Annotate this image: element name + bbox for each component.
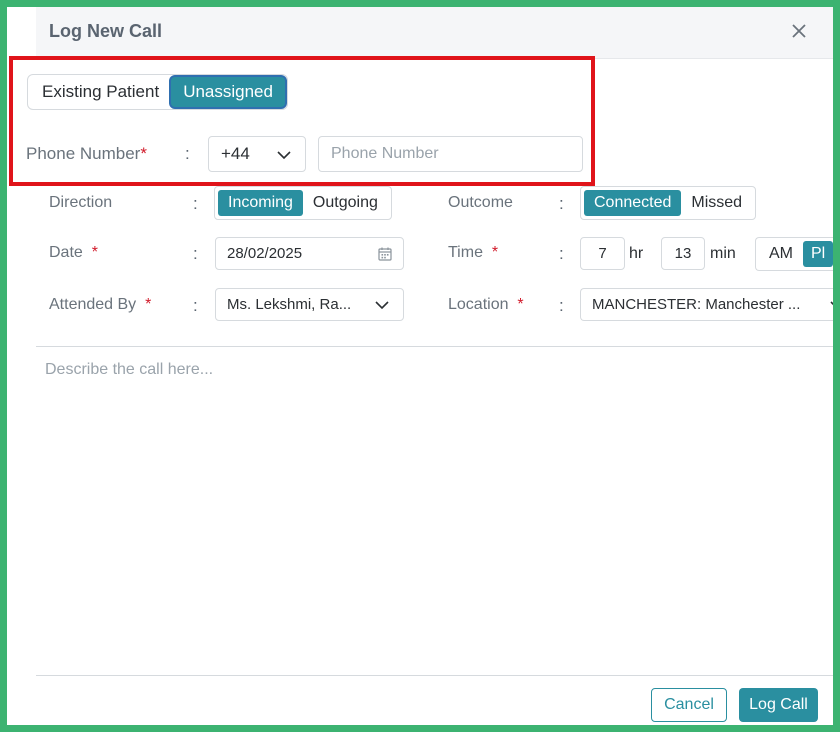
missed-button[interactable]: Missed (681, 190, 752, 216)
log-call-modal: Log New Call Existing Patient Unassigned… (7, 7, 833, 725)
phone-colon: : (185, 144, 190, 163)
hour-input[interactable]: 7 (580, 237, 625, 270)
phone-number-input[interactable] (318, 136, 583, 172)
date-input[interactable]: 28/02/2025 (215, 237, 404, 270)
direction-label: Direction (49, 194, 113, 211)
calendar-icon[interactable] (377, 246, 393, 262)
cancel-button[interactable]: Cancel (651, 688, 727, 722)
phone-number-label: Phone Number* (26, 144, 147, 163)
direction-colon: : (193, 194, 198, 213)
description-placeholder: Describe the call here... (45, 361, 214, 378)
date-value: 28/02/2025 (227, 245, 303, 262)
attended-by-select[interactable]: Ms. Lekshmi, Ra... (215, 288, 404, 321)
chevron-down-icon (277, 151, 291, 160)
location-select[interactable]: MANCHESTER: Manchester ... (580, 288, 833, 321)
unassigned-button[interactable]: Unassigned (171, 77, 285, 107)
close-icon[interactable] (787, 19, 811, 43)
outcome-label: Outcome (448, 194, 513, 211)
attended-by-value: Ms. Lekshmi, Ra... (227, 296, 352, 313)
outcome-toggle: Connected Missed (580, 186, 757, 220)
modal-title: Log New Call (49, 21, 163, 41)
connected-button[interactable]: Connected (584, 190, 682, 216)
date-label: Date * (49, 244, 98, 261)
location-label: Location * (448, 296, 524, 313)
time-label: Time * (448, 244, 499, 261)
attended-by-label: Attended By * (49, 296, 152, 313)
patient-type-toggle: Existing Patient Unassigned (27, 74, 288, 110)
highlight-box: Existing Patient Unassigned Phone Number… (9, 56, 595, 186)
hour-unit: hr (629, 245, 644, 262)
log-call-button[interactable]: Log Call (739, 688, 818, 722)
location-colon: : (559, 296, 564, 315)
incoming-button[interactable]: Incoming (218, 190, 303, 216)
chevron-down-icon (375, 301, 389, 310)
minute-input[interactable]: 13 (661, 237, 705, 270)
existing-patient-button[interactable]: Existing Patient (30, 77, 171, 107)
call-description-textarea[interactable]: Describe the call here... (36, 346, 833, 676)
outgoing-button[interactable]: Outgoing (303, 190, 388, 216)
location-value: MANCHESTER: Manchester ... (592, 296, 801, 313)
country-code-value: +44 (221, 144, 250, 163)
pm-button[interactable]: Pl (803, 241, 833, 267)
chevron-down-icon (830, 301, 833, 306)
ampm-toggle: AM Pl (755, 237, 833, 271)
outcome-colon: : (559, 194, 564, 213)
am-button[interactable]: AM (759, 241, 803, 267)
minute-unit: min (710, 245, 736, 262)
direction-toggle: Incoming Outgoing (214, 186, 392, 220)
time-colon: : (559, 244, 564, 263)
date-colon: : (193, 244, 198, 263)
attended-by-colon: : (193, 296, 198, 315)
country-code-select[interactable]: +44 (208, 136, 306, 172)
modal-header: Log New Call (36, 7, 833, 59)
